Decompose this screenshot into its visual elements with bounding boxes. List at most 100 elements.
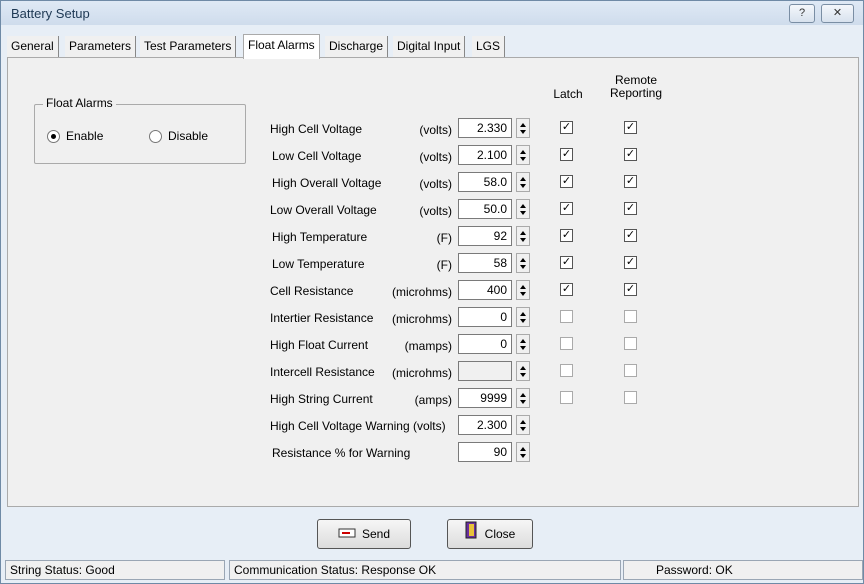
latch-checkbox[interactable] bbox=[560, 391, 573, 404]
help-button[interactable]: ? bbox=[789, 4, 815, 23]
spin-down-icon[interactable] bbox=[520, 292, 526, 296]
value-spinner[interactable] bbox=[516, 226, 530, 246]
spin-up-icon[interactable] bbox=[520, 366, 526, 370]
tab-test-parameters[interactable]: Test Parameters bbox=[140, 36, 237, 57]
spin-up-icon[interactable] bbox=[520, 177, 526, 181]
close-window-button[interactable]: ✕ bbox=[821, 4, 854, 23]
unit-label: (F) bbox=[436, 258, 452, 272]
value-input[interactable]: 2.330 bbox=[458, 118, 512, 138]
value-input[interactable]: 50.0 bbox=[458, 199, 512, 219]
alarm-row: Intertier Resistance (microhms) 0 bbox=[8, 307, 858, 329]
value-spinner[interactable] bbox=[516, 118, 530, 138]
spin-up-icon[interactable] bbox=[520, 204, 526, 208]
value-input[interactable]: 90 bbox=[458, 442, 512, 462]
latch-checkbox[interactable]: ✓ bbox=[560, 175, 573, 188]
remote-reporting-checkbox[interactable] bbox=[624, 337, 637, 350]
value-spinner[interactable] bbox=[516, 199, 530, 219]
value-spinner[interactable] bbox=[516, 280, 530, 300]
alarm-row: High Overall Voltage (volts) 58.0 ✓ ✓ bbox=[8, 172, 858, 194]
remote-reporting-checkbox[interactable]: ✓ bbox=[624, 229, 637, 242]
remote-reporting-checkbox[interactable]: ✓ bbox=[624, 148, 637, 161]
spin-up-icon[interactable] bbox=[520, 231, 526, 235]
spin-down-icon[interactable] bbox=[520, 211, 526, 215]
unit-label: (volts) bbox=[419, 123, 452, 137]
door-exit-icon bbox=[465, 521, 479, 549]
status-bar: String Status: Good Communication Status… bbox=[1, 557, 863, 583]
spin-down-icon[interactable] bbox=[520, 157, 526, 161]
latch-checkbox[interactable] bbox=[560, 364, 573, 377]
alarm-label: High Temperature bbox=[272, 230, 368, 244]
spin-down-icon[interactable] bbox=[520, 319, 526, 323]
group-title: Float Alarms bbox=[43, 96, 116, 110]
unit-label: (microhms) bbox=[392, 312, 452, 326]
spin-up-icon[interactable] bbox=[520, 312, 526, 316]
spin-down-icon[interactable] bbox=[520, 130, 526, 134]
value-spinner[interactable] bbox=[516, 172, 530, 192]
unit-label: (microhms) bbox=[392, 285, 452, 299]
value-spinner[interactable] bbox=[516, 361, 530, 381]
value-input[interactable]: 400 bbox=[458, 280, 512, 300]
value-spinner[interactable] bbox=[516, 442, 530, 462]
value-input[interactable]: 92 bbox=[458, 226, 512, 246]
latch-checkbox[interactable] bbox=[560, 310, 573, 323]
latch-checkbox[interactable]: ✓ bbox=[560, 148, 573, 161]
remote-reporting-checkbox[interactable]: ✓ bbox=[624, 202, 637, 215]
spin-up-icon[interactable] bbox=[520, 393, 526, 397]
tab-digital-input[interactable]: Digital Input bbox=[393, 36, 466, 57]
spin-up-icon[interactable] bbox=[520, 123, 526, 127]
tab-float-alarms[interactable]: Float Alarms bbox=[243, 34, 320, 59]
latch-checkbox[interactable]: ✓ bbox=[560, 283, 573, 296]
remote-reporting-checkbox[interactable] bbox=[624, 364, 637, 377]
remote-reporting-checkbox[interactable]: ✓ bbox=[624, 175, 637, 188]
value-spinner[interactable] bbox=[516, 388, 530, 408]
spin-up-icon[interactable] bbox=[520, 339, 526, 343]
remote-reporting-header: Remote Reporting bbox=[609, 73, 663, 100]
value-spinner[interactable] bbox=[516, 145, 530, 165]
value-input[interactable]: 58.0 bbox=[458, 172, 512, 192]
remote-reporting-checkbox[interactable]: ✓ bbox=[624, 256, 637, 269]
value-spinner[interactable] bbox=[516, 415, 530, 435]
spin-down-icon[interactable] bbox=[520, 373, 526, 377]
latch-checkbox[interactable]: ✓ bbox=[560, 229, 573, 242]
remote-reporting-checkbox[interactable] bbox=[624, 391, 637, 404]
spin-down-icon[interactable] bbox=[520, 238, 526, 242]
value-input[interactable]: 0 bbox=[458, 307, 512, 327]
latch-checkbox[interactable]: ✓ bbox=[560, 256, 573, 269]
spin-down-icon[interactable] bbox=[520, 265, 526, 269]
latch-checkbox[interactable]: ✓ bbox=[560, 202, 573, 215]
value-input[interactable]: 58 bbox=[458, 253, 512, 273]
value-spinner[interactable] bbox=[516, 307, 530, 327]
latch-checkbox[interactable]: ✓ bbox=[560, 121, 573, 134]
remote-reporting-checkbox[interactable]: ✓ bbox=[624, 121, 637, 134]
tab-parameters[interactable]: Parameters bbox=[65, 36, 137, 57]
send-button[interactable]: Send bbox=[317, 519, 411, 549]
tab-discharge[interactable]: Discharge bbox=[325, 36, 389, 57]
spin-down-icon[interactable] bbox=[520, 184, 526, 188]
spin-up-icon[interactable] bbox=[520, 258, 526, 262]
value-input[interactable] bbox=[458, 361, 512, 381]
value-input[interactable]: 0 bbox=[458, 334, 512, 354]
remote-reporting-checkbox[interactable] bbox=[624, 310, 637, 323]
value-input[interactable]: 2.300 bbox=[458, 415, 512, 435]
value-spinner[interactable] bbox=[516, 253, 530, 273]
tab-lgs[interactable]: LGS bbox=[472, 36, 506, 57]
spin-up-icon[interactable] bbox=[520, 285, 526, 289]
spin-up-icon[interactable] bbox=[520, 420, 526, 424]
remote-reporting-checkbox[interactable]: ✓ bbox=[624, 283, 637, 296]
string-status-label: String Status: bbox=[10, 563, 83, 577]
spin-down-icon[interactable] bbox=[520, 400, 526, 404]
value-input[interactable]: 2.100 bbox=[458, 145, 512, 165]
close-button[interactable]: Close bbox=[447, 519, 533, 549]
spin-down-icon[interactable] bbox=[520, 427, 526, 431]
spin-up-icon[interactable] bbox=[520, 150, 526, 154]
spin-down-icon[interactable] bbox=[520, 454, 526, 458]
alarm-row: Resistance % for Warning 90 bbox=[8, 442, 858, 464]
value-input[interactable]: 9999 bbox=[458, 388, 512, 408]
communication-status: Communication Status: Response OK bbox=[229, 560, 621, 580]
tab-general[interactable]: General bbox=[7, 36, 59, 57]
spin-up-icon[interactable] bbox=[520, 447, 526, 451]
value-spinner[interactable] bbox=[516, 334, 530, 354]
latch-checkbox[interactable] bbox=[560, 337, 573, 350]
alarm-row: High Temperature (F) 92 ✓ ✓ bbox=[8, 226, 858, 248]
spin-down-icon[interactable] bbox=[520, 346, 526, 350]
